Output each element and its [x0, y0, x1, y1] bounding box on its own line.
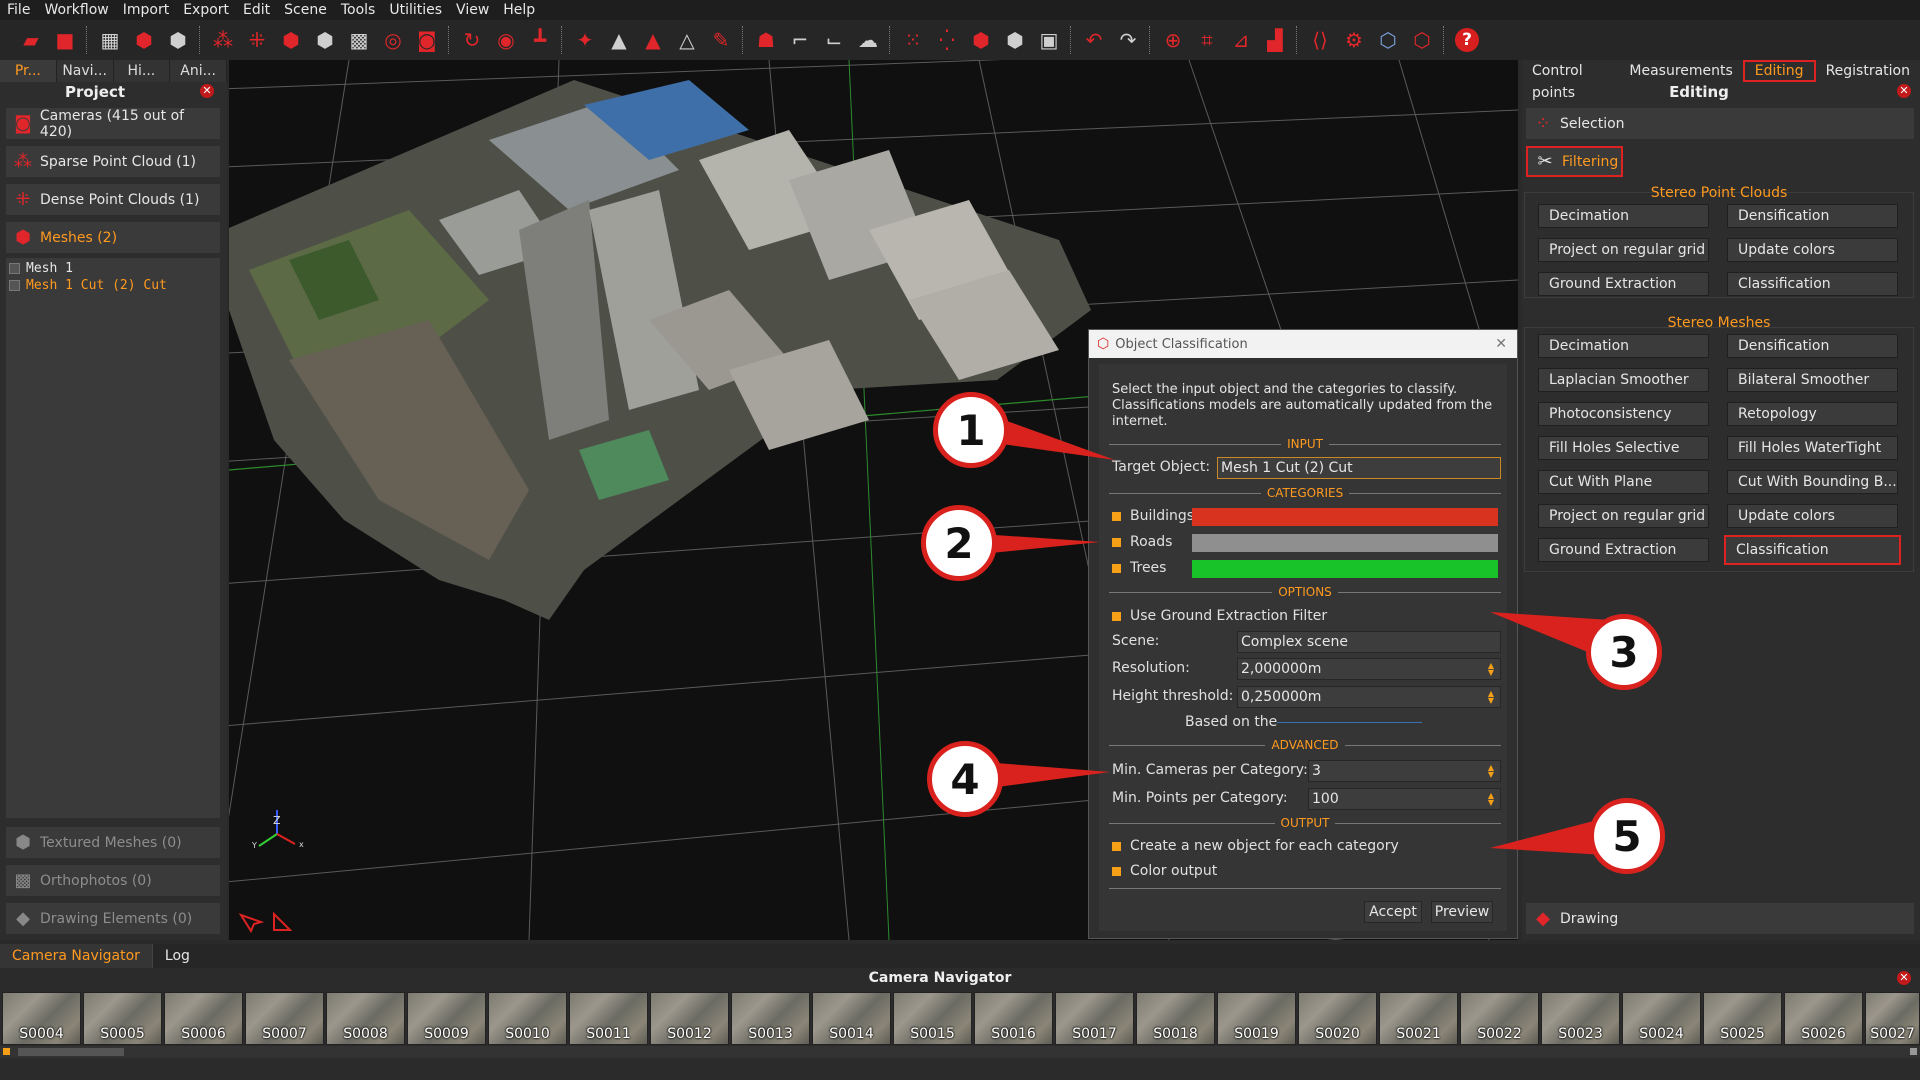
camera-thumbnail[interactable]: S0008	[326, 992, 405, 1045]
bottom-tabs: Camera Navigator Log	[0, 944, 1920, 968]
horizontal-scrollbar[interactable]	[0, 1046, 1920, 1058]
scroll-left-icon[interactable]	[3, 1048, 10, 1055]
camera-thumbnail[interactable]: S0027	[1865, 992, 1920, 1045]
camera-thumbnail[interactable]: S0004	[2, 992, 81, 1045]
tab-log[interactable]: Log	[153, 944, 202, 968]
camera-thumbnail[interactable]: S0016	[974, 992, 1053, 1045]
scroll-right-icon[interactable]	[1910, 1048, 1917, 1055]
camera-navigator-title: Camera Navigator	[868, 970, 1012, 986]
callout-4: 4	[927, 741, 1003, 817]
camera-thumbnail[interactable]: S0014	[812, 992, 891, 1045]
camera-thumbnail[interactable]: S0017	[1055, 992, 1134, 1045]
camera-thumbnail[interactable]: S0021	[1379, 992, 1458, 1045]
camera-thumbnail[interactable]: S0024	[1622, 992, 1701, 1045]
callout-2: 2	[921, 505, 997, 581]
camera-thumbnail[interactable]: S0012	[650, 992, 729, 1045]
close-camera-navigator-icon[interactable]: ✕	[1897, 971, 1911, 985]
camera-thumbnail[interactable]: S0020	[1298, 992, 1377, 1045]
tab-camera-navigator[interactable]: Camera Navigator	[0, 944, 153, 968]
callout-3: 3	[1586, 614, 1662, 690]
camera-thumbnail[interactable]: S0011	[569, 992, 648, 1045]
camera-thumbnail[interactable]: S0015	[893, 992, 972, 1045]
camera-thumbnail[interactable]: S0013	[731, 992, 810, 1045]
callout-1: 1	[933, 392, 1009, 468]
camera-thumbnail[interactable]: S0006	[164, 992, 243, 1045]
scrollbar-thumb[interactable]	[18, 1048, 124, 1056]
camera-thumbnail[interactable]: S0023	[1541, 992, 1620, 1045]
camera-thumbnail[interactable]: S0026	[1784, 992, 1863, 1045]
camera-thumbnail[interactable]: S0010	[488, 992, 567, 1045]
camera-thumbnail[interactable]: S0007	[245, 992, 324, 1045]
camera-thumbnail[interactable]: S0009	[407, 992, 486, 1045]
callout-5: 5	[1589, 798, 1665, 874]
camera-thumbnail[interactable]: S0019	[1217, 992, 1296, 1045]
camera-thumbnail[interactable]: S0005	[83, 992, 162, 1045]
camera-thumbnail[interactable]: S0018	[1136, 992, 1215, 1045]
camera-thumbnail[interactable]: S0025	[1703, 992, 1782, 1045]
camera-thumbnail[interactable]: S0022	[1460, 992, 1539, 1045]
